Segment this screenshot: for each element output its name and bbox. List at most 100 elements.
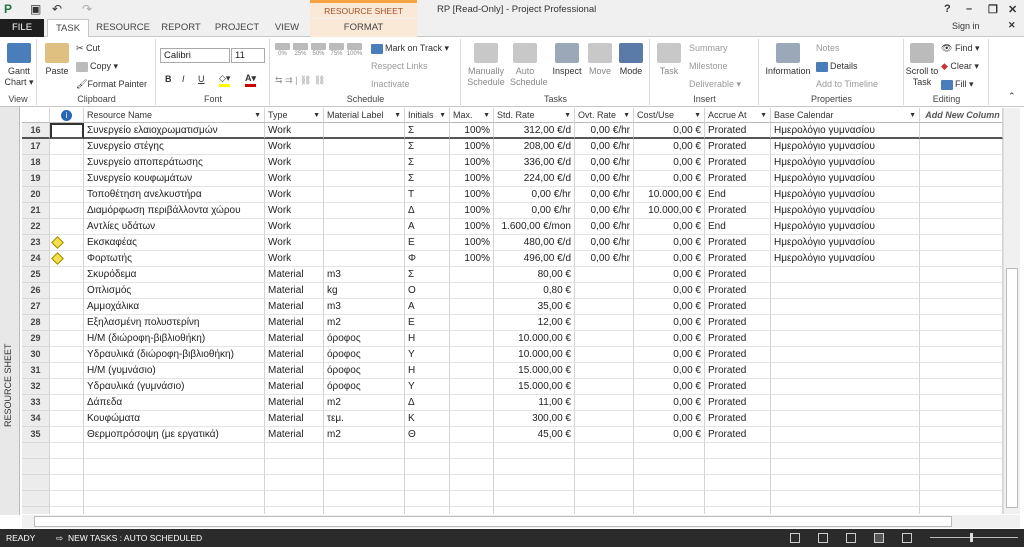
information-button[interactable]: Information — [762, 43, 814, 77]
cell-type[interactable]: Work — [265, 187, 324, 203]
cell-name[interactable]: Κουφώματα — [84, 411, 265, 427]
filter-dropdown-icon[interactable]: ▼ — [394, 108, 401, 122]
cell-label[interactable] — [324, 235, 405, 251]
cell-label[interactable]: όροφος — [324, 331, 405, 347]
cell-type[interactable] — [265, 507, 324, 514]
tab-format[interactable]: FORMAT — [310, 19, 417, 37]
base-calendar-header[interactable]: Base Calendar ▼ — [771, 108, 920, 123]
find-button[interactable]: 👁 Find ▾ — [941, 43, 979, 54]
cell-std[interactable] — [494, 475, 575, 491]
cell-max[interactable] — [450, 283, 494, 299]
cell-init[interactable]: Τ — [405, 187, 450, 203]
initials-header[interactable]: Initials ▼ — [405, 108, 450, 123]
cell-ind[interactable] — [50, 203, 84, 219]
cell-ind[interactable] — [50, 283, 84, 299]
cell-ovt[interactable] — [575, 427, 634, 443]
cell-type[interactable]: Work — [265, 251, 324, 267]
cell-cal[interactable] — [771, 331, 920, 347]
row-number[interactable]: 17 — [22, 139, 50, 155]
cell-ovt[interactable]: 0,00 €/hr — [575, 187, 634, 203]
cell-ind[interactable] — [50, 187, 84, 203]
cell-cost[interactable]: 10.000,00 € — [634, 203, 705, 219]
cell-add-new-column[interactable] — [920, 347, 1003, 363]
cell-cal[interactable] — [771, 267, 920, 283]
cell-accrue[interactable] — [705, 459, 771, 475]
cell-type[interactable]: Material — [265, 395, 324, 411]
cell-cal[interactable] — [771, 299, 920, 315]
cell-name[interactable]: Υδραυλικά (γυμνάσιο) — [84, 379, 265, 395]
cell-max[interactable]: 100% — [450, 187, 494, 203]
cell-cost[interactable]: 0,00 € — [634, 283, 705, 299]
cell-init[interactable]: Υ — [405, 379, 450, 395]
cell-cal[interactable] — [771, 315, 920, 331]
cell-cal[interactable]: Ημερολόγιο γυμνασίου — [771, 203, 920, 219]
cell-ind[interactable] — [50, 251, 84, 267]
inspect-button[interactable]: Inspect — [550, 43, 584, 77]
view-gantt-icon[interactable] — [790, 533, 800, 543]
cell-std[interactable]: 224,00 €/d — [494, 171, 575, 187]
cell-cost[interactable]: 0,00 € — [634, 395, 705, 411]
cell-ind[interactable] — [50, 171, 84, 187]
cell-cost[interactable]: 0,00 € — [634, 363, 705, 379]
row-number[interactable]: 30 — [22, 347, 50, 363]
cell-add-new-column[interactable] — [920, 283, 1003, 299]
zoom-slider[interactable] — [930, 537, 1018, 538]
cell-ind[interactable] — [50, 219, 84, 235]
row-number[interactable]: 28 — [22, 315, 50, 331]
cell-ind[interactable] — [50, 395, 84, 411]
sign-in-link[interactable]: Sign in — [952, 21, 980, 31]
cell-add-new-column[interactable] — [920, 507, 1003, 514]
cell-label[interactable] — [324, 187, 405, 203]
cell-type[interactable]: Material — [265, 379, 324, 395]
cell-ind[interactable] — [50, 235, 84, 251]
cell-add-new-column[interactable] — [920, 171, 1003, 187]
cell-accrue[interactable]: Prorated — [705, 171, 771, 187]
cell-label[interactable]: τεμ. — [324, 411, 405, 427]
tab-report[interactable]: REPORT — [158, 19, 204, 37]
percent-0-button[interactable]: 0% — [274, 43, 291, 57]
max-units-header[interactable]: Max. ▼ — [450, 108, 494, 123]
cell-cost[interactable]: 0,00 € — [634, 251, 705, 267]
help-button[interactable]: ? — [944, 3, 951, 15]
cell-accrue[interactable]: Prorated — [705, 331, 771, 347]
scroll-thumb[interactable] — [1006, 268, 1018, 508]
percent-100-button[interactable]: 100% — [346, 43, 363, 57]
cell-type[interactable] — [265, 475, 324, 491]
cell-name[interactable]: Συνεργείο κουφωμάτων — [84, 171, 265, 187]
row-number[interactable]: 29 — [22, 331, 50, 347]
cell-cost[interactable]: 0,00 € — [634, 235, 705, 251]
cell-label[interactable] — [324, 139, 405, 155]
inactivate-button[interactable]: Inactivate — [371, 79, 410, 89]
cell-cost[interactable]: 0,00 € — [634, 267, 705, 283]
cell-name[interactable]: Η/Μ (διώροφη-βιβλιοθήκη) — [84, 331, 265, 347]
italic-button[interactable]: I — [182, 74, 185, 84]
cell-cal[interactable] — [771, 475, 920, 491]
cell-cal[interactable] — [771, 443, 920, 459]
save-icon[interactable]: ▣ — [30, 2, 41, 16]
cell-type[interactable] — [265, 459, 324, 475]
cell-accrue[interactable] — [705, 475, 771, 491]
cell-accrue[interactable]: End — [705, 219, 771, 235]
cell-init[interactable]: Ο — [405, 283, 450, 299]
cell-cost[interactable]: 0,00 € — [634, 171, 705, 187]
details-button[interactable]: Details — [816, 61, 858, 72]
cell-accrue[interactable]: Prorated — [705, 379, 771, 395]
respect-links-button[interactable]: Respect Links — [371, 61, 428, 71]
cell-cost[interactable]: 0,00 € — [634, 123, 705, 139]
add-to-timeline-button[interactable]: Add to Timeline — [816, 79, 878, 89]
row-number[interactable]: 23 — [22, 235, 50, 251]
cell-ind[interactable] — [50, 475, 84, 491]
cell-type[interactable]: Material — [265, 283, 324, 299]
cell-label[interactable] — [324, 251, 405, 267]
cell-add-new-column[interactable] — [920, 475, 1003, 491]
cell-add-new-column[interactable] — [920, 267, 1003, 283]
cell-accrue[interactable]: Prorated — [705, 299, 771, 315]
view-report-icon[interactable] — [902, 533, 912, 543]
cell-name[interactable]: Φορτωτής — [84, 251, 265, 267]
cell-max[interactable] — [450, 443, 494, 459]
cell-std[interactable]: 208,00 €/d — [494, 139, 575, 155]
cell-accrue[interactable]: Prorated — [705, 251, 771, 267]
cell-std[interactable]: 0,00 €/hr — [494, 203, 575, 219]
cell-std[interactable]: 300,00 € — [494, 411, 575, 427]
cell-ind[interactable] — [50, 315, 84, 331]
